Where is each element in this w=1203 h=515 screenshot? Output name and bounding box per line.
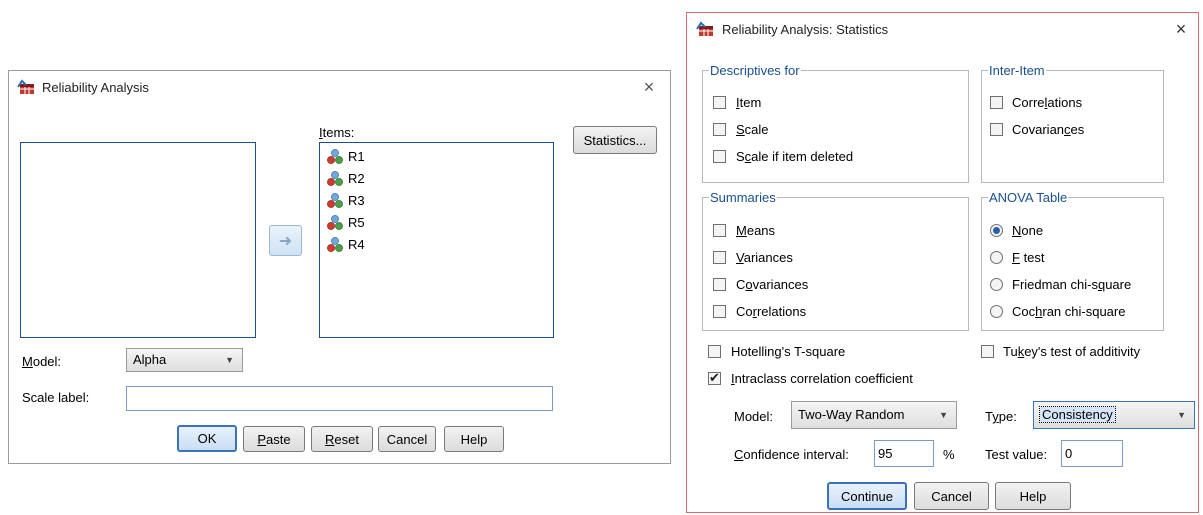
- spss-app-icon: [17, 79, 35, 98]
- item-checkbox[interactable]: [713, 96, 726, 109]
- inter-correlations-label[interactable]: Correlations: [1012, 95, 1082, 110]
- scale-variable-icon: [326, 148, 344, 169]
- scale-if-deleted-label[interactable]: Scale if item deleted: [736, 149, 853, 164]
- spss-app-icon: [696, 21, 714, 40]
- anova-none-radio[interactable]: [990, 224, 1003, 237]
- list-item-label: R2: [348, 171, 365, 186]
- reliability-analysis-dialog: Reliability Analysis × ➜ Items: R1 R2 R3 R5…: [8, 70, 671, 464]
- list-item-label: R1: [348, 149, 365, 164]
- descriptives-group: Descriptives for Item Scale Scale if ite…: [702, 63, 969, 183]
- cancel-button[interactable]: Cancel: [378, 426, 436, 452]
- model-combo[interactable]: Alpha ▼: [126, 348, 243, 372]
- scale-variable-icon: [326, 236, 344, 257]
- inter-item-legend: Inter-Item: [988, 63, 1046, 78]
- item-label[interactable]: Item: [736, 95, 761, 110]
- means-label[interactable]: Means: [736, 223, 775, 238]
- variances-checkbox[interactable]: [713, 251, 726, 264]
- chevron-down-icon: ▼: [1177, 410, 1186, 420]
- variances-label[interactable]: Variances: [736, 250, 793, 265]
- descriptives-legend: Descriptives for: [709, 63, 801, 78]
- model-combo-value: Alpha: [133, 352, 167, 367]
- anova-friedman-radio[interactable]: [990, 278, 1003, 291]
- title-bar: Reliability Analysis: Statistics ×: [687, 13, 1198, 45]
- items-label: Items:: [319, 125, 355, 140]
- summary-correlations-checkbox[interactable]: [713, 305, 726, 318]
- test-value-label: Test value:: [985, 447, 1048, 462]
- summaries-legend: Summaries: [709, 190, 777, 205]
- confidence-interval-label: Confidence interval:: [734, 447, 849, 462]
- hotelling-label[interactable]: Hotelling's T-square: [731, 344, 845, 359]
- title-bar: Reliability Analysis ×: [9, 71, 670, 103]
- move-to-items-button[interactable]: ➜: [269, 225, 302, 256]
- statistics-button[interactable]: Statistics...: [573, 126, 657, 154]
- summaries-group: Summaries Means Variances Covariances Co…: [702, 190, 969, 331]
- icc-type-value: Consistency: [1039, 406, 1116, 423]
- scale-variable-icon: [326, 170, 344, 191]
- chevron-down-icon: ▼: [225, 355, 234, 365]
- test-value-input[interactable]: [1061, 440, 1123, 467]
- close-button[interactable]: ×: [1168, 17, 1194, 41]
- tukey-checkbox[interactable]: [981, 345, 994, 358]
- anova-f-test-radio[interactable]: [990, 251, 1003, 264]
- close-button[interactable]: ×: [636, 75, 662, 99]
- summary-covariances-label[interactable]: Covariances: [736, 277, 808, 292]
- continue-button[interactable]: Continue: [827, 482, 907, 510]
- anova-friedman-label[interactable]: Friedman chi-square: [1012, 277, 1131, 292]
- list-item-label: R4: [348, 237, 365, 252]
- list-item-label: R5: [348, 215, 365, 230]
- anova-cochran-radio[interactable]: [990, 305, 1003, 318]
- model-label: Model:: [22, 354, 62, 369]
- summary-correlations-label[interactable]: Correlations: [736, 304, 806, 319]
- icc-type-combo[interactable]: Consistency ▼: [1033, 401, 1195, 429]
- paste-button[interactable]: Paste: [243, 426, 305, 452]
- icc-model-value: Two-Way Random: [798, 407, 905, 422]
- inter-covariances-checkbox[interactable]: [990, 123, 1003, 136]
- intraclass-checkbox[interactable]: [708, 370, 721, 386]
- inter-covariances-label[interactable]: Covariances: [1012, 122, 1084, 137]
- inter-item-group: Inter-Item Correlations Covariances: [981, 63, 1164, 183]
- stats-cancel-button[interactable]: Cancel: [914, 482, 989, 510]
- icc-model-combo[interactable]: Two-Way Random ▼: [791, 401, 957, 429]
- items-list[interactable]: R1 R2 R3 R5 R4: [319, 142, 554, 338]
- scale-variable-icon: [326, 214, 344, 235]
- stats-help-button[interactable]: Help: [995, 482, 1071, 510]
- anova-legend: ANOVA Table: [988, 190, 1069, 205]
- scale-if-deleted-checkbox[interactable]: [713, 150, 726, 163]
- percent-label: %: [943, 447, 955, 462]
- means-checkbox[interactable]: [713, 224, 726, 237]
- dialog-title: Reliability Analysis: [42, 80, 149, 95]
- anova-none-label[interactable]: None: [1012, 223, 1043, 238]
- ok-button[interactable]: OK: [177, 425, 237, 452]
- reset-button[interactable]: Reset: [311, 426, 373, 452]
- anova-f-test-label[interactable]: F test: [1012, 250, 1045, 265]
- hotelling-checkbox[interactable]: [708, 345, 721, 358]
- list-item-label: R3: [348, 193, 365, 208]
- scale-label-label: Scale label:: [22, 390, 90, 405]
- icc-type-label: Type:: [985, 409, 1017, 424]
- dialog-title: Reliability Analysis: Statistics: [722, 22, 889, 37]
- icc-model-label: Model:: [734, 409, 774, 424]
- scale-label[interactable]: Scale: [736, 122, 769, 137]
- inter-correlations-checkbox[interactable]: [990, 96, 1003, 109]
- arrow-right-icon: ➜: [278, 232, 293, 250]
- intraclass-label[interactable]: Intraclass correlation coefficient: [731, 371, 913, 386]
- scale-label-input[interactable]: [126, 386, 553, 411]
- reliability-statistics-dialog: Reliability Analysis: Statistics × Descr…: [686, 12, 1199, 513]
- tukey-label[interactable]: Tukey's test of additivity: [1003, 344, 1140, 359]
- confidence-interval-input[interactable]: [874, 440, 934, 467]
- scale-variable-icon: [326, 192, 344, 213]
- scale-checkbox[interactable]: [713, 123, 726, 136]
- anova-group: ANOVA Table None F test Friedman chi-squ…: [981, 190, 1164, 331]
- summary-covariances-checkbox[interactable]: [713, 278, 726, 291]
- source-variable-list[interactable]: [20, 142, 256, 338]
- help-button[interactable]: Help: [444, 426, 504, 452]
- anova-cochran-label[interactable]: Cochran chi-square: [1012, 304, 1125, 319]
- chevron-down-icon: ▼: [939, 410, 948, 420]
